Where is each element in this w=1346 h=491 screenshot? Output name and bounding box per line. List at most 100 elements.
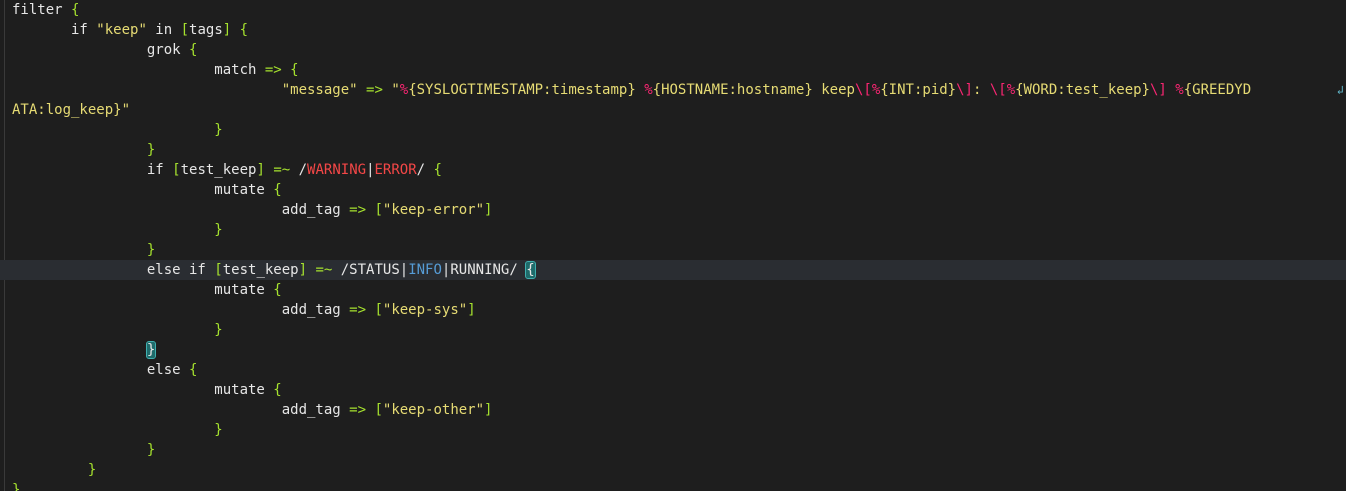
code-token: keep — [812, 82, 855, 98]
code-token: filter — [12, 2, 72, 18]
code-line[interactable]: mutate { — [0, 380, 1346, 400]
code-token: => — [349, 202, 367, 218]
code-token: => — [349, 402, 367, 418]
code-token: \[ — [989, 82, 1007, 98]
code-token: } — [214, 222, 223, 238]
code-token: | — [366, 162, 375, 178]
code-token: if — [12, 22, 97, 38]
code-line[interactable]: add_tag => ["keep-other"] — [0, 400, 1346, 420]
code-line[interactable]: "message" => "%{SYSLOGTIMESTAMP:timestam… — [0, 80, 1346, 100]
code-token: ] — [298, 262, 308, 278]
code-line[interactable]: add_tag => ["keep-sys"] — [0, 300, 1346, 320]
code-token: "keep-error" — [382, 202, 485, 218]
code-line[interactable]: } — [0, 420, 1346, 440]
code-editor[interactable]: filter { if "keep" in [tags] { grok { ma… — [0, 0, 1346, 491]
code-token: "keep-other" — [382, 402, 485, 418]
code-token: ERROR — [374, 162, 417, 178]
code-token: } — [12, 482, 21, 491]
code-line[interactable]: ATA:log_keep}" — [0, 100, 1346, 120]
code-token: { — [239, 22, 249, 38]
code-line[interactable]: } — [0, 340, 1346, 360]
code-area[interactable]: filter { if "keep" in [tags] { grok { ma… — [0, 0, 1346, 491]
code-token: WARNING — [307, 162, 367, 178]
code-line-current[interactable]: else if [test_keep] =~ /STATUS|INFO|RUNN… — [0, 260, 1346, 280]
code-token: => — [349, 302, 367, 318]
code-line[interactable]: filter { — [0, 0, 1346, 20]
code-line[interactable]: } — [0, 140, 1346, 160]
code-token: grok — [12, 42, 190, 58]
code-token: [ — [374, 302, 383, 318]
code-line[interactable]: mutate { — [0, 180, 1346, 200]
code-line[interactable]: match => { — [0, 60, 1346, 80]
code-line[interactable]: if [test_keep] =~ /WARNING|ERROR/ { — [0, 160, 1346, 180]
code-line[interactable]: } — [0, 440, 1346, 460]
code-line[interactable]: } — [0, 220, 1346, 240]
code-token: if — [12, 162, 173, 178]
code-token: {HOSTNAME:hostname} — [652, 82, 813, 98]
code-token: mutate — [12, 382, 274, 398]
code-token: =~ — [315, 262, 333, 278]
code-token: " — [391, 82, 400, 98]
code-token: "keep-sys" — [382, 302, 468, 318]
code-token: } — [146, 242, 156, 258]
code-token: % — [1175, 82, 1184, 98]
code-token: { — [189, 362, 198, 378]
code-line[interactable]: if "keep" in [tags] { — [0, 20, 1346, 40]
code-token: { — [71, 2, 80, 18]
code-token: { — [273, 282, 282, 298]
code-line[interactable]: } — [0, 120, 1346, 140]
code-token: : — [972, 82, 990, 98]
code-token: mutate — [12, 282, 274, 298]
code-token: } — [214, 322, 223, 338]
code-token: { — [273, 182, 282, 198]
code-token: RUNNING/ — [450, 262, 527, 278]
code-token: \] — [1149, 82, 1167, 98]
code-line[interactable]: } — [0, 320, 1346, 340]
code-token: =~ — [273, 162, 291, 178]
code-line[interactable]: grok { — [0, 40, 1346, 60]
code-token: else if — [12, 262, 215, 278]
code-token: } — [214, 422, 223, 438]
code-token: ] — [484, 402, 493, 418]
code-token: ] — [484, 202, 493, 218]
code-token: test_keep — [180, 162, 257, 178]
code-token: ] — [256, 162, 265, 178]
wrap-arrow-icon: ↲ — [1336, 83, 1344, 97]
code-token: / — [290, 162, 308, 178]
code-line[interactable]: else { — [0, 360, 1346, 380]
code-line[interactable]: mutate { — [0, 280, 1346, 300]
code-token: add_tag — [12, 402, 350, 418]
code-token: } — [214, 122, 223, 138]
code-token: INFO — [408, 262, 442, 278]
code-line[interactable]: } — [0, 460, 1346, 480]
code-token: {SYSLOGTIMESTAMP:timestamp} — [408, 82, 636, 98]
code-token: | — [399, 262, 409, 278]
code-line[interactable]: add_tag => ["keep-error"] — [0, 200, 1346, 220]
code-token: [ — [374, 402, 383, 418]
code-token: \[ — [854, 82, 872, 98]
code-token: { — [189, 42, 198, 58]
code-token: } — [146, 142, 156, 158]
matching-bracket: } — [145, 341, 157, 359]
code-token: add_tag — [12, 202, 350, 218]
code-token: {GREEDYD — [1183, 82, 1252, 98]
code-token: [ — [214, 262, 223, 278]
code-line[interactable]: } — [0, 480, 1346, 491]
code-token: % — [644, 82, 653, 98]
code-token: / — [416, 162, 434, 178]
code-line[interactable]: } — [0, 240, 1346, 260]
code-token: in — [146, 22, 181, 38]
code-token: { — [433, 162, 442, 178]
code-token: [ — [374, 202, 383, 218]
code-token: tags — [189, 22, 223, 38]
code-token: } — [146, 442, 156, 458]
